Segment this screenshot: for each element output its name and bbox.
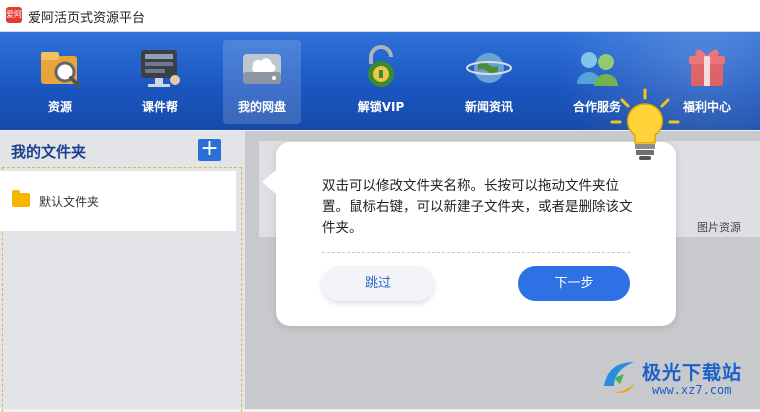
tooltip-arrow	[262, 170, 276, 194]
tooltip-divider	[322, 252, 630, 253]
app-logo-icon: 爱阿	[6, 7, 22, 23]
nav-news[interactable]: 新闻资讯	[450, 40, 528, 124]
image-resource-tab[interactable]: 图片资源	[697, 219, 741, 235]
nav-unlock-vip-label: 解锁VIP	[357, 100, 405, 114]
watermark: 极光下载站 www.xz7.com	[598, 356, 760, 406]
nav-resource-label: 资源	[47, 100, 72, 114]
courseware-monitor-icon	[135, 42, 185, 92]
news-globe-icon	[464, 42, 514, 92]
add-folder-button[interactable]: +	[198, 138, 221, 161]
sidebar-header: 我的文件夹 +	[0, 131, 245, 169]
nav-courseware[interactable]: 课件帮	[121, 40, 199, 124]
skip-button[interactable]: 跳过	[322, 266, 434, 301]
folder-sidebar: 我的文件夹 + 默认文件夹	[0, 131, 245, 412]
title-bar: 爱阿 爱阿活页式资源平台	[0, 0, 760, 32]
window-title: 爱阿活页式资源平台	[28, 11, 146, 26]
watermark-url: www.xz7.com	[652, 383, 732, 397]
next-step-button[interactable]: 下一步	[518, 266, 630, 301]
watermark-name: 极光下载站	[642, 362, 743, 384]
nav-my-drive[interactable]: 我的网盘	[223, 40, 301, 124]
folder-item[interactable]: 默认文件夹	[0, 171, 236, 231]
nav-unlock-vip[interactable]: 解锁VIP	[342, 40, 420, 124]
folder-label: 默认文件夹	[39, 195, 100, 209]
lightbulb-icon	[610, 88, 680, 168]
watermark-logo-icon	[604, 362, 634, 393]
guide-text: 双击可以修改文件夹名称。长按可以拖动文件夹位置。鼠标右键，可以新建子文件夹，或者…	[322, 178, 633, 236]
folder-icon	[12, 190, 30, 207]
gift-icon	[682, 42, 732, 92]
nav-resource[interactable]: 资源	[21, 40, 99, 124]
nav-courseware-label: 课件帮	[141, 100, 178, 114]
partners-icon	[572, 42, 622, 92]
resource-magnifier-icon	[35, 42, 85, 92]
nav-news-label: 新闻资讯	[464, 100, 513, 114]
cloud-drive-icon	[237, 42, 287, 92]
guide-tooltip: 双击可以修改文件夹名称。长按可以拖动文件夹位置。鼠标右键，可以新建子文件夹，或者…	[262, 142, 676, 326]
sidebar-title: 我的文件夹	[11, 143, 87, 161]
nav-my-drive-label: 我的网盘	[237, 100, 286, 114]
vip-unlock-icon	[356, 42, 406, 92]
